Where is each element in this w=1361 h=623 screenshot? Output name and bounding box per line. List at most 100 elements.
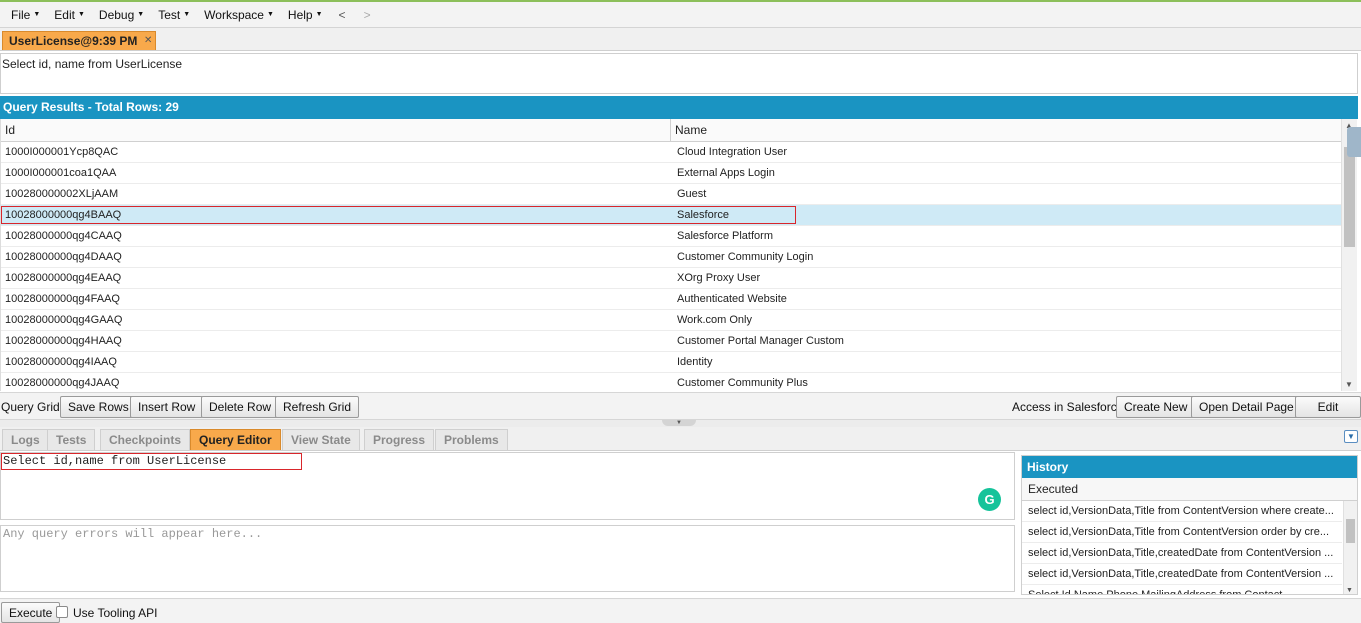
table-row[interactable]: 10028000000qg4DAAQ Customer Community Log… xyxy=(1,247,1342,268)
scroll-down-icon[interactable]: ▼ xyxy=(1345,380,1353,389)
menu-workspace[interactable]: Workspace ▼ xyxy=(197,3,281,27)
access-salesforce-label: Access in Salesforce: xyxy=(1012,400,1127,414)
panel-splitter[interactable]: ▼ xyxy=(0,420,1361,427)
use-tooling-api-label: Use Tooling API xyxy=(73,606,158,620)
execute-button[interactable]: Execute xyxy=(1,602,61,623)
cell-name[interactable]: Customer Community Login xyxy=(673,247,1342,267)
cell-id[interactable]: 10028000000qg4CAAQ xyxy=(1,226,671,246)
menu-file[interactable]: File ▼ xyxy=(4,3,47,27)
menu-file-label: File xyxy=(11,7,31,22)
cell-name[interactable]: Guest xyxy=(673,184,1342,204)
table-row[interactable]: 10028000000qg4FAAQ Authenticated Website xyxy=(1,289,1342,310)
use-tooling-api-checkbox[interactable] xyxy=(56,606,68,618)
table-row[interactable]: 10028000000qg4GAAQ Work.com Only xyxy=(1,310,1342,331)
chevron-down-icon: ▼ xyxy=(77,11,85,19)
cell-name[interactable]: Customer Portal Manager Custom xyxy=(673,331,1342,351)
tab-checkpoints[interactable]: Checkpoints xyxy=(100,429,191,450)
file-tab-strip: UserLicense@9:39 PM ✕ xyxy=(0,28,1361,51)
table-row[interactable]: 1000I000001coa1QAA External Apps Login xyxy=(1,163,1342,184)
menu-debug[interactable]: Debug ▼ xyxy=(92,3,151,27)
cell-name[interactable]: Customer Community Plus xyxy=(673,373,1342,391)
history-item[interactable]: select id,VersionData,Title from Content… xyxy=(1022,522,1342,543)
menu-edit[interactable]: Edit ▼ xyxy=(47,3,92,27)
close-icon[interactable]: ✕ xyxy=(144,32,152,50)
cell-name[interactable]: Salesforce Platform xyxy=(673,226,1342,246)
scrollbar-thumb[interactable] xyxy=(1346,519,1355,543)
cell-id[interactable]: 10028000000qg4HAAQ xyxy=(1,331,671,351)
menu-test[interactable]: Test ▼ xyxy=(151,3,197,27)
tab-tests[interactable]: Tests xyxy=(47,429,96,450)
table-row[interactable]: 10028000000qg4CAAQ Salesforce Platform xyxy=(1,226,1342,247)
splitter-grip-icon[interactable]: ▼ xyxy=(662,420,696,426)
column-header-id[interactable]: Id xyxy=(1,119,671,142)
table-row[interactable]: 10028000000qg4BAAQ Salesforce xyxy=(1,205,1342,226)
cell-name[interactable]: Work.com Only xyxy=(673,310,1342,330)
tab-progress[interactable]: Progress xyxy=(364,429,435,450)
table-row[interactable]: 10028000000qg4HAAQ Customer Portal Manage… xyxy=(1,331,1342,352)
cell-name[interactable]: XOrg Proxy User xyxy=(673,268,1342,288)
history-column-header[interactable]: Executed xyxy=(1022,478,1357,501)
menu-help[interactable]: Help ▼ xyxy=(281,3,330,27)
cell-id[interactable]: 1000I000001coa1QAA xyxy=(1,163,671,183)
cell-id[interactable]: 10028000000qg4JAAQ xyxy=(1,373,671,391)
side-panel-handle[interactable] xyxy=(1347,127,1361,157)
history-rows: select id,VersionData,Title from Content… xyxy=(1022,501,1357,594)
table-row[interactable]: 10028000000qg4EAAQ XOrg Proxy User xyxy=(1,268,1342,289)
table-row[interactable]: 10028000000qg4IAAQ Identity xyxy=(1,352,1342,373)
back-button[interactable]: < xyxy=(330,3,355,27)
tab-userlicense[interactable]: UserLicense@9:39 PM ✕ xyxy=(2,31,157,50)
open-detail-page-button[interactable]: Open Detail Page xyxy=(1191,396,1302,418)
history-item[interactable]: select id,VersionData,Title,createdDate … xyxy=(1022,564,1342,585)
cell-id[interactable]: 1000I000001Ycp8QAC xyxy=(1,142,671,162)
history-title: History xyxy=(1022,456,1357,478)
grammarly-icon[interactable]: G xyxy=(978,488,1001,511)
table-row[interactable]: 1000I000001Ycp8QAC Cloud Integration User xyxy=(1,142,1342,163)
grid-scrollbar[interactable]: ▲ ▼ xyxy=(1341,119,1357,391)
history-item[interactable]: select id,VersionData,Title from Content… xyxy=(1022,501,1342,522)
refresh-grid-button[interactable]: Refresh Grid xyxy=(275,396,360,418)
grid-toolbar: Query Grid: Save Rows Insert Row Delete … xyxy=(0,392,1361,434)
create-new-button[interactable]: Create New xyxy=(1116,396,1196,418)
bottom-tab-bar: Logs Tests Checkpoints Query Editor View… xyxy=(0,427,1361,451)
tab-label: UserLicense@9:39 PM xyxy=(9,34,138,48)
chevron-down-icon: ▼ xyxy=(33,11,41,19)
delete-row-button[interactable]: Delete Row xyxy=(201,396,280,418)
cell-id[interactable]: 10028000000qg4GAAQ xyxy=(1,310,671,330)
tab-problems[interactable]: Problems xyxy=(435,429,508,450)
query-editor-input[interactable]: Select id,name from UserLicense xyxy=(0,452,1015,520)
cell-name[interactable]: Identity xyxy=(673,352,1342,372)
menu-edit-label: Edit xyxy=(54,7,75,22)
cell-name[interactable]: Salesforce xyxy=(673,205,1342,225)
tab-view-state[interactable]: View State xyxy=(282,429,360,450)
history-item[interactable]: Select Id,Name,Phone,MailingAddress from… xyxy=(1022,585,1342,594)
scroll-down-icon[interactable]: ▼ xyxy=(1346,587,1353,594)
save-rows-button[interactable]: Save Rows xyxy=(60,396,137,418)
forward-button[interactable]: > xyxy=(355,3,380,27)
menu-workspace-label: Workspace xyxy=(204,7,264,22)
cell-id[interactable]: 10028000000qg4FAAQ xyxy=(1,289,671,309)
cell-id[interactable]: 10028000000qg4BAAQ xyxy=(1,205,671,225)
edit-page-button[interactable]: Edit Page xyxy=(1295,396,1361,434)
table-row[interactable]: 10028000000qg4JAAQ Customer Community Plu… xyxy=(1,373,1342,391)
tab-logs[interactable]: Logs xyxy=(2,429,49,450)
collapse-icon[interactable]: ▼ xyxy=(1344,430,1358,443)
insert-row-button[interactable]: Insert Row xyxy=(130,396,204,418)
scrollbar-thumb[interactable] xyxy=(1344,147,1355,247)
table-row[interactable]: 100280000002XLjAAM Guest xyxy=(1,184,1342,205)
query-text-display[interactable]: Select id, name from UserLicense xyxy=(0,53,1358,94)
history-scrollbar[interactable]: ▼ xyxy=(1343,501,1357,594)
cell-id[interactable]: 10028000000qg4DAAQ xyxy=(1,247,671,267)
editor-highlight-outline xyxy=(1,453,302,470)
history-item[interactable]: select id,VersionData,Title,createdDate … xyxy=(1022,543,1342,564)
menu-help-label: Help xyxy=(287,7,313,22)
chevron-down-icon: ▼ xyxy=(137,11,145,19)
tab-query-editor[interactable]: Query Editor xyxy=(190,429,281,450)
column-header-name[interactable]: Name xyxy=(671,119,1342,142)
cell-name[interactable]: Cloud Integration User xyxy=(673,142,1342,162)
cell-name[interactable]: External Apps Login xyxy=(673,163,1342,183)
menu-debug-label: Debug xyxy=(98,7,135,22)
cell-id[interactable]: 10028000000qg4IAAQ xyxy=(1,352,671,372)
cell-id[interactable]: 100280000002XLjAAM xyxy=(1,184,671,204)
cell-name[interactable]: Authenticated Website xyxy=(673,289,1342,309)
cell-id[interactable]: 10028000000qg4EAAQ xyxy=(1,268,671,288)
